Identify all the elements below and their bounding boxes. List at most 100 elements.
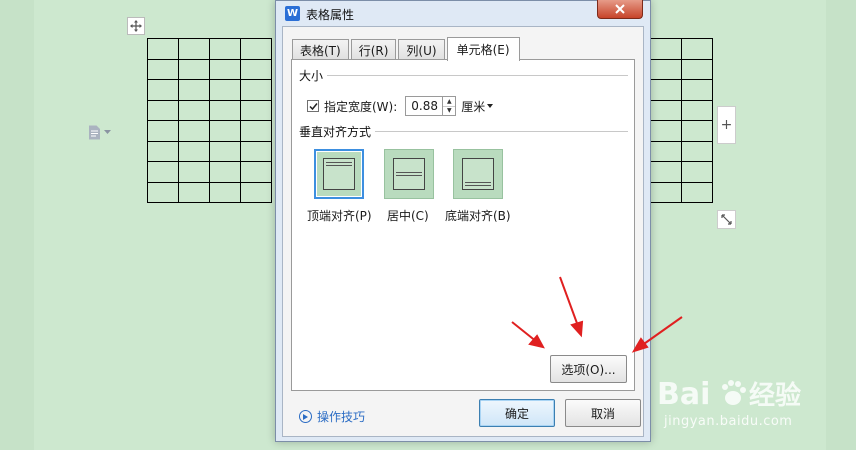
table-row — [650, 181, 713, 203]
align-top-label[interactable]: 顶端对齐(P) — [307, 207, 372, 224]
table-cell[interactable] — [650, 140, 682, 162]
table-cell[interactable] — [650, 79, 682, 101]
width-spinner[interactable]: ▲ ▼ — [443, 96, 457, 116]
unit-dropdown[interactable]: 厘米 — [461, 98, 494, 115]
tab-row[interactable]: 行(R) — [350, 39, 397, 60]
table-row — [147, 79, 272, 101]
table-cell[interactable] — [240, 161, 272, 183]
document-table-right[interactable] — [650, 38, 713, 203]
table-row — [147, 99, 272, 121]
table-cell[interactable] — [650, 38, 682, 60]
table-row — [650, 161, 713, 183]
table-cell[interactable] — [147, 99, 179, 121]
table-cell[interactable] — [240, 58, 272, 80]
table-cell[interactable] — [147, 161, 179, 183]
table-cell[interactable] — [240, 38, 272, 60]
close-button[interactable] — [597, 0, 643, 19]
table-row — [147, 140, 272, 162]
table-cell[interactable] — [178, 38, 210, 60]
table-cell[interactable] — [178, 120, 210, 142]
tab-table[interactable]: 表格(T) — [292, 39, 349, 60]
table-cell[interactable] — [209, 58, 241, 80]
play-circle-icon — [299, 410, 312, 423]
table-cell[interactable] — [681, 161, 713, 183]
options-button[interactable]: 选项(O)... — [550, 355, 627, 383]
table-cell[interactable] — [240, 79, 272, 101]
align-bottom-button[interactable] — [453, 149, 503, 199]
align-bottom-label[interactable]: 底端对齐(B) — [445, 207, 511, 224]
table-cell[interactable] — [240, 120, 272, 142]
add-column-button[interactable]: + — [717, 106, 736, 144]
cancel-button[interactable]: 取消 — [565, 399, 641, 427]
table-cell[interactable] — [650, 58, 682, 80]
table-cell[interactable] — [178, 79, 210, 101]
tab-bar: 表格(T) 行(R) 列(U) 单元格(E) — [292, 36, 522, 61]
width-input[interactable]: 0.88 — [405, 96, 444, 116]
table-cell[interactable] — [650, 99, 682, 121]
table-cell[interactable] — [147, 38, 179, 60]
table-cell[interactable] — [178, 140, 210, 162]
table-cell[interactable] — [209, 79, 241, 101]
align-center-button[interactable] — [384, 149, 434, 199]
table-cell[interactable] — [178, 181, 210, 203]
table-cell[interactable] — [147, 140, 179, 162]
size-group-label: 大小 — [299, 67, 328, 84]
ok-button[interactable]: 确定 — [479, 399, 555, 427]
table-move-handle[interactable] — [127, 17, 145, 35]
table-cell[interactable] — [240, 140, 272, 162]
table-cell[interactable] — [147, 79, 179, 101]
table-cell[interactable] — [650, 181, 682, 203]
table-row — [650, 140, 713, 162]
table-cell[interactable] — [681, 58, 713, 80]
table-resize-handle[interactable] — [717, 210, 736, 229]
align-top-button[interactable] — [314, 149, 364, 199]
table-cell[interactable] — [681, 120, 713, 142]
table-cell[interactable] — [209, 120, 241, 142]
table-cell[interactable] — [681, 181, 713, 203]
table-cell[interactable] — [147, 120, 179, 142]
chevron-down-icon — [487, 104, 494, 108]
dialog-titlebar[interactable]: W 表格属性 — [276, 0, 650, 26]
table-cell[interactable] — [681, 79, 713, 101]
table-cell[interactable] — [240, 181, 272, 203]
width-row: 指定宽度(W): 0.88 ▲ ▼ 厘米 — [307, 96, 494, 116]
table-cell[interactable] — [650, 161, 682, 183]
table-cell[interactable] — [209, 38, 241, 60]
table-cell[interactable] — [178, 99, 210, 121]
document-table-left[interactable] — [147, 38, 272, 203]
resize-diagonal-icon — [721, 214, 732, 225]
table-cell[interactable] — [178, 161, 210, 183]
table-cell[interactable] — [681, 38, 713, 60]
table-row — [147, 181, 272, 203]
table-cell[interactable] — [681, 99, 713, 121]
table-properties-dialog: W 表格属性 表格(T) 行(R) 列(U) 单元格(E) 大小 指定宽度(W)… — [275, 0, 651, 442]
tab-cell[interactable]: 单元格(E) — [446, 37, 520, 61]
table-cell[interactable] — [147, 181, 179, 203]
table-cell[interactable] — [209, 140, 241, 162]
table-cell[interactable] — [681, 140, 713, 162]
table-cell[interactable] — [240, 99, 272, 121]
watermark-url: jingyan.baidu.com — [664, 414, 793, 429]
paragraph-layout-handle[interactable] — [88, 125, 111, 140]
specify-width-checkbox[interactable] — [307, 100, 319, 112]
align-bottom-icon — [462, 158, 494, 190]
table-cell[interactable] — [178, 58, 210, 80]
table-row — [650, 58, 713, 80]
table-cell[interactable] — [147, 58, 179, 80]
wps-app-icon: W — [285, 6, 300, 21]
watermark-product: 经验 — [749, 380, 801, 411]
unit-label: 厘米 — [461, 99, 486, 114]
align-center-label[interactable]: 居中(C) — [387, 207, 429, 224]
spin-down-icon[interactable]: ▼ — [443, 105, 456, 116]
table-cell[interactable] — [650, 120, 682, 142]
checkmark-icon — [308, 102, 318, 110]
table-cell[interactable] — [209, 99, 241, 121]
specify-width-label[interactable]: 指定宽度(W): — [324, 98, 397, 115]
spin-up-icon[interactable]: ▲ — [443, 97, 455, 106]
table-cell[interactable] — [209, 161, 241, 183]
tips-link-label[interactable]: 操作技巧 — [317, 408, 365, 425]
table-cell[interactable] — [209, 181, 241, 203]
tab-column[interactable]: 列(U) — [398, 39, 445, 60]
tips-link[interactable]: 操作技巧 — [299, 408, 365, 425]
chevron-down-icon — [104, 130, 111, 134]
